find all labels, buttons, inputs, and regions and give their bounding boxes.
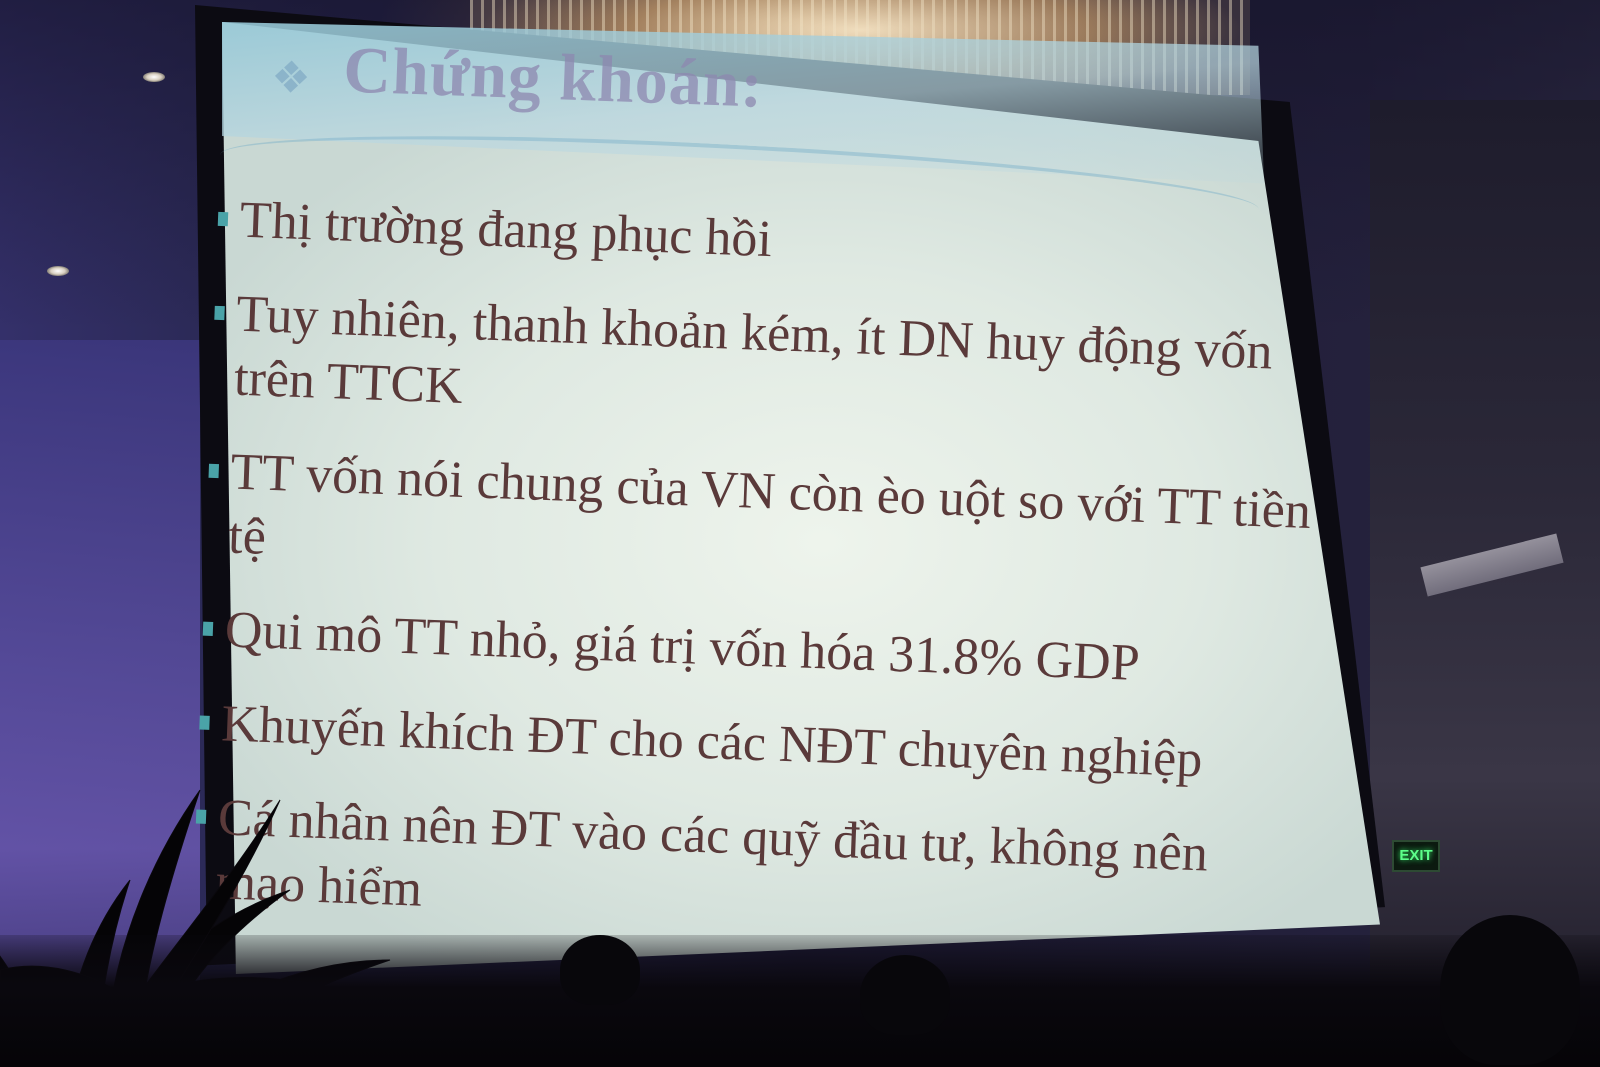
audience-head (560, 935, 640, 1005)
conference-room-photo: ❖ Chứng khoán: Thị trường đang phục hồi … (0, 0, 1600, 1067)
diamond-bullet-icon: ❖ (270, 52, 312, 104)
square-bullet-icon (217, 211, 229, 227)
audience-silhouette (0, 915, 1600, 1067)
exit-sign: EXIT (1392, 840, 1440, 872)
square-bullet-icon (208, 463, 220, 479)
bullet-text: Qui mô TT nhỏ, giá trị vốn hóa 31.8% GDP (223, 601, 1141, 692)
square-bullet-icon (202, 621, 214, 636)
slide-title: Chứng khoán: (342, 33, 765, 122)
square-bullet-icon (199, 715, 210, 730)
bullet-item: Qui mô TT nhỏ, giá trị vốn hóa 31.8% GDP (202, 598, 1314, 703)
bullet-item: Tuy nhiên, thanh khoản kém, ít DN huy độ… (211, 282, 1325, 451)
square-bullet-icon (214, 305, 225, 321)
audience-head (860, 955, 950, 1035)
bullet-text: Tuy nhiên, thanh khoản kém, ít DN huy độ… (233, 285, 1274, 415)
audience-head (1440, 915, 1580, 1065)
bullet-item: TT vốn nói chung của VN còn èo uột so vớ… (205, 440, 1319, 609)
bullet-text: TT vốn nói chung của VN còn èo uột so vớ… (227, 443, 1312, 566)
